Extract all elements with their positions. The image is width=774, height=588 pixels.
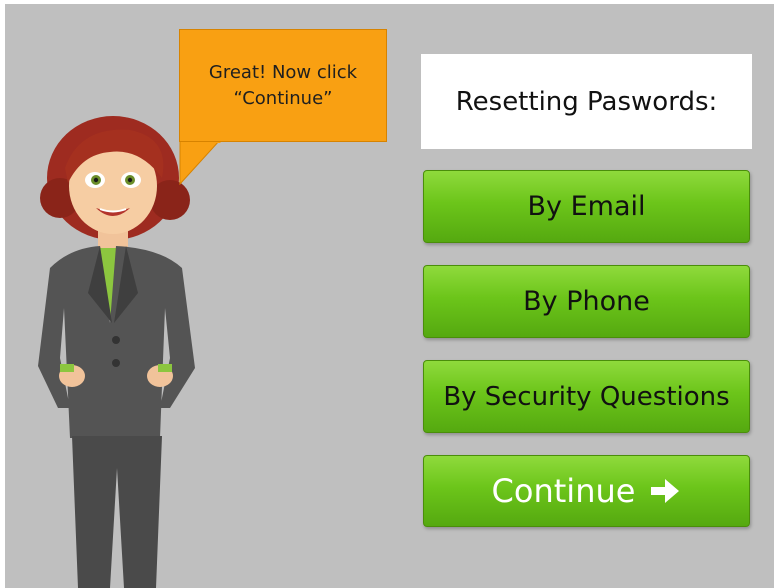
by-security-questions-label: By Security Questions (443, 381, 730, 412)
continue-label: Continue (491, 472, 636, 510)
by-security-questions-button[interactable]: By Security Questions (423, 360, 750, 433)
slide-stage: Great! Now click “Continue” Resetting Pa… (0, 0, 774, 588)
speech-bubble: Great! Now click “Continue” (179, 29, 387, 142)
arrow-right-icon (651, 479, 680, 503)
by-phone-button[interactable]: By Phone (423, 265, 750, 338)
continue-button[interactable]: Continue (423, 455, 750, 527)
speech-bubble-line-2: “Continue” (233, 88, 333, 109)
by-email-label: By Email (527, 191, 646, 222)
page-title: Resetting Paswords: (455, 86, 718, 117)
speech-bubble-tail (179, 140, 221, 185)
frame-top (0, 0, 774, 4)
speech-bubble-line-1: Great! Now click (208, 62, 358, 83)
by-email-button[interactable]: By Email (423, 170, 750, 243)
frame-left (0, 0, 5, 588)
speech-bubble-text: Great! Now click “Continue” (188, 60, 378, 112)
title-panel: Resetting Paswords: (421, 54, 752, 149)
by-phone-label: By Phone (523, 286, 650, 317)
